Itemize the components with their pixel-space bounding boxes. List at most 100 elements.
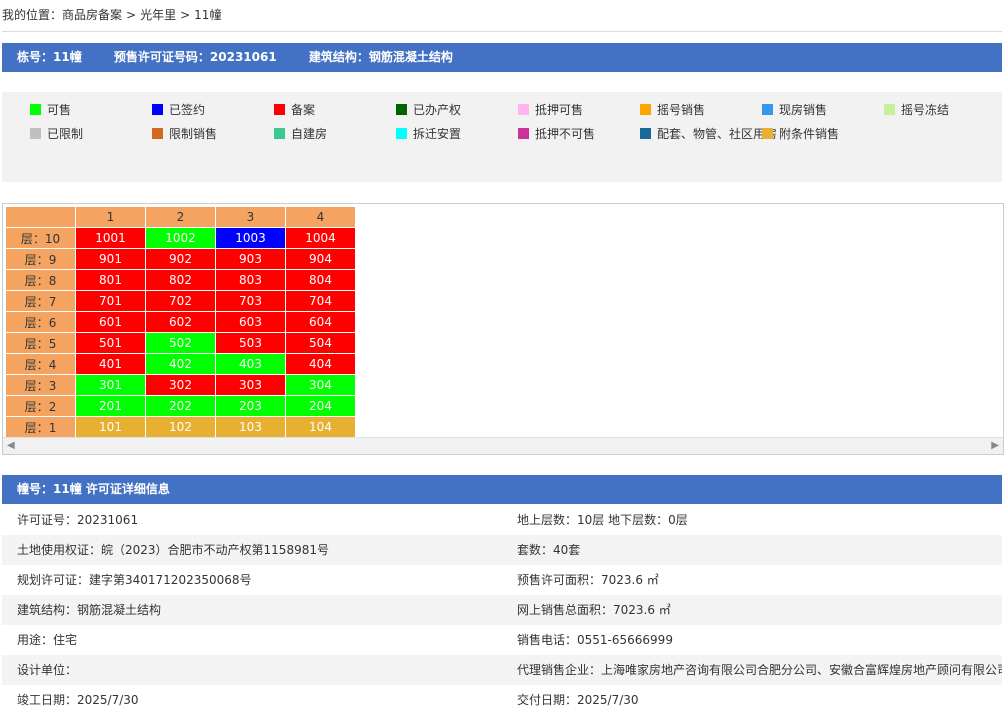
detail-row: 许可证号：20231061 地上层数：10层 地下层数：0层 (2, 505, 1002, 535)
unit-cell[interactable]: 903 (215, 248, 286, 270)
unit-cell[interactable]: 501 (75, 332, 146, 354)
floor-number: 4 (48, 357, 57, 372)
scroll-left-icon[interactable]: ◀ (7, 440, 15, 452)
unit-cell[interactable]: 302 (145, 374, 216, 396)
floor-prefix: 层： (24, 315, 49, 330)
floor-row: 层：2 201 202 203 204 (5, 395, 356, 417)
unit-cell[interactable]: 403 (215, 353, 286, 375)
detail-right: 代理销售企业：上海唯家房地产咨询有限公司合肥分公司、安徽合富辉煌房地产顾问有限公… (517, 663, 1002, 677)
unit-grid-panel: 1 2 3 4 层：10 1001 1002 1003 1004 层：9 901 902 903 904 层… (2, 203, 1004, 455)
unit-cell[interactable]: 801 (75, 269, 146, 291)
building-number: 栋号：11幢 (17, 50, 82, 64)
floor-number: 6 (48, 315, 57, 330)
legend-swatch (396, 128, 407, 139)
detail-left: 竣工日期：2025/7/30 (17, 693, 139, 707)
unit-grid: 1 2 3 4 层：10 1001 1002 1003 1004 层：9 901 902 903 904 层… (5, 206, 356, 438)
unit-cell[interactable]: 701 (75, 290, 146, 312)
unit-cell[interactable]: 203 (215, 395, 286, 417)
legend-swatch (152, 104, 163, 115)
scroll-right-icon[interactable]: ▶ (991, 440, 999, 452)
unit-cell[interactable]: 901 (75, 248, 146, 270)
floor-label: 层：4 (5, 353, 76, 375)
unit-cell[interactable]: 802 (145, 269, 216, 291)
legend-item: 摇号销售 (640, 103, 705, 117)
floor-row: 层：4 401 402 403 404 (5, 353, 356, 375)
detail-row: 竣工日期：2025/7/30 交付日期：2025/7/30 (2, 685, 1002, 715)
unit-cell[interactable]: 304 (285, 374, 356, 396)
legend-label: 附条件销售 (779, 127, 840, 141)
unit-cell[interactable]: 303 (215, 374, 286, 396)
unit-cell[interactable]: 1004 (285, 227, 356, 249)
unit-cell[interactable]: 602 (145, 311, 216, 333)
floor-number: 2 (48, 399, 57, 414)
unit-cell[interactable]: 202 (145, 395, 216, 417)
unit-cell[interactable]: 1001 (75, 227, 146, 249)
detail-left: 设计单位： (17, 663, 78, 677)
floor-prefix: 层： (24, 357, 49, 372)
grid-column-header: 1 (75, 206, 146, 228)
unit-cell[interactable]: 503 (215, 332, 286, 354)
floor-prefix: 层： (20, 231, 45, 246)
floor-label: 层：3 (5, 374, 76, 396)
unit-cell[interactable]: 502 (145, 332, 216, 354)
floor-label: 层：6 (5, 311, 76, 333)
unit-cell[interactable]: 102 (145, 416, 216, 438)
detail-row: 用途：住宅 销售电话：0551-65666999 (2, 625, 1002, 655)
legend-item: 限制销售 (152, 127, 217, 141)
legend-label: 摇号销售 (657, 103, 706, 117)
unit-cell[interactable]: 301 (75, 374, 146, 396)
unit-cell[interactable]: 204 (285, 395, 356, 417)
unit-cell[interactable]: 601 (75, 311, 146, 333)
floor-row: 层：6 601 602 603 604 (5, 311, 356, 333)
unit-cell[interactable]: 404 (285, 353, 356, 375)
unit-cell[interactable]: 101 (75, 416, 146, 438)
breadcrumb-link-filing[interactable]: 商品房备案 (62, 8, 122, 22)
unit-cell[interactable]: 401 (75, 353, 146, 375)
unit-cell[interactable]: 804 (285, 269, 356, 291)
unit-cell[interactable]: 703 (215, 290, 286, 312)
unit-cell[interactable]: 803 (215, 269, 286, 291)
legend-label: 已办产权 (413, 103, 462, 117)
breadcrumb-link-project[interactable]: 光年里 (140, 8, 176, 22)
floor-number: 10 (44, 231, 61, 246)
detail-right: 交付日期：2025/7/30 (517, 693, 639, 707)
floor-label: 层：7 (5, 290, 76, 312)
legend-swatch (884, 104, 895, 115)
grid-header-row: 1234 (5, 206, 356, 228)
grid-corner (5, 206, 76, 228)
floor-row: 层：5 501 502 503 504 (5, 332, 356, 354)
detail-left: 用途：住宅 (17, 633, 78, 647)
divider (2, 31, 1002, 32)
unit-cell[interactable]: 103 (215, 416, 286, 438)
unit-cell[interactable]: 402 (145, 353, 216, 375)
legend-item: 可售 (30, 103, 71, 117)
breadcrumb-current: 11幢 (194, 8, 222, 22)
legend-item: 现房销售 (762, 103, 827, 117)
floor-label: 层：8 (5, 269, 76, 291)
legend-swatch (762, 128, 773, 139)
floor-number: 3 (48, 378, 57, 393)
unit-cell[interactable]: 504 (285, 332, 356, 354)
unit-cell[interactable]: 704 (285, 290, 356, 312)
unit-cell[interactable]: 1003 (215, 227, 286, 249)
detail-right: 网上销售总面积：7023.6 ㎡ (517, 603, 671, 617)
unit-cell[interactable]: 603 (215, 311, 286, 333)
legend-swatch (274, 128, 285, 139)
grid-column-header: 4 (285, 206, 356, 228)
detail-left: 许可证号：20231061 (17, 513, 139, 527)
horizontal-scrollbar[interactable]: ◀ ▶ (3, 437, 1003, 454)
unit-cell[interactable]: 702 (145, 290, 216, 312)
unit-cell[interactable]: 902 (145, 248, 216, 270)
legend-swatch (518, 104, 529, 115)
unit-cell[interactable]: 604 (285, 311, 356, 333)
legend-swatch (30, 128, 41, 139)
grid-column-header: 2 (145, 206, 216, 228)
floor-label: 层：5 (5, 332, 76, 354)
legend-swatch (274, 104, 285, 115)
unit-cell[interactable]: 1002 (145, 227, 216, 249)
unit-cell[interactable]: 104 (285, 416, 356, 438)
unit-cell[interactable]: 904 (285, 248, 356, 270)
floor-number: 7 (48, 294, 57, 309)
unit-cell[interactable]: 201 (75, 395, 146, 417)
legend-label: 抵押可售 (535, 103, 584, 117)
